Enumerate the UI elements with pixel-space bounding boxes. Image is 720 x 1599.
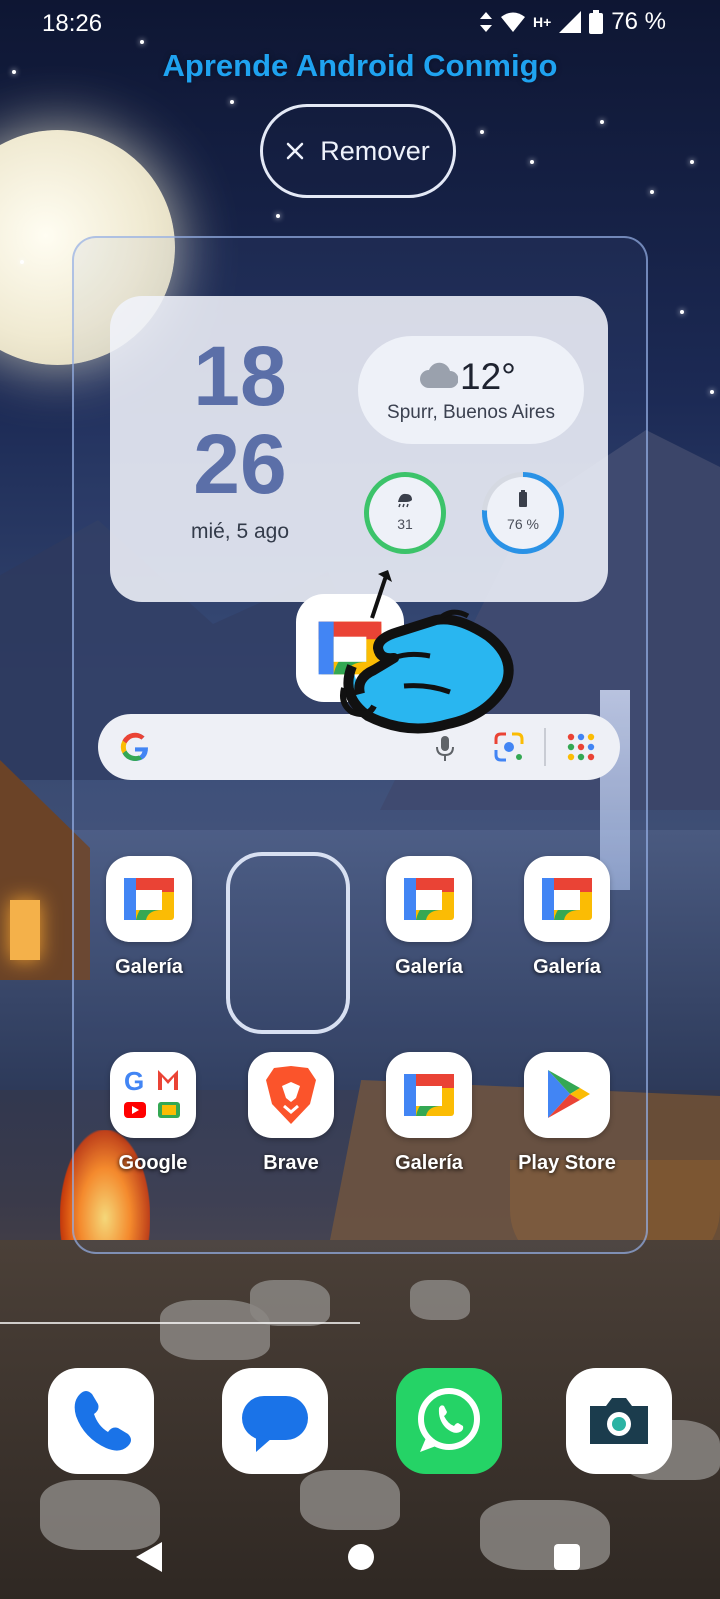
messages-icon — [242, 1396, 308, 1452]
back-button[interactable] — [136, 1542, 162, 1572]
app-label: Play Store — [518, 1152, 616, 1174]
wifi-icon — [501, 12, 525, 32]
battery-icon — [519, 490, 527, 507]
gallery-icon — [386, 1052, 472, 1138]
search-divider — [544, 728, 546, 766]
air-quality-icon — [398, 493, 412, 508]
signal-icon — [559, 11, 582, 33]
dock-camera[interactable] — [566, 1368, 672, 1474]
recents-button[interactable] — [554, 1544, 580, 1570]
clock-minute: 26 — [193, 417, 287, 511]
app-label: Galería — [395, 1152, 463, 1174]
brave-icon — [248, 1052, 334, 1138]
app-gallery-4[interactable]: Galería — [364, 1052, 494, 1175]
battery-status-icon — [589, 10, 604, 34]
svg-text:G: G — [124, 1066, 144, 1096]
clock-hour: 18 — [193, 329, 287, 423]
app-brave[interactable]: Brave — [226, 1052, 356, 1175]
ring-inner — [369, 477, 441, 549]
ring-inner — [487, 477, 559, 549]
phone-icon — [74, 1391, 131, 1451]
play-store-icon — [524, 1052, 610, 1138]
google-folder-icon: G — [110, 1052, 196, 1138]
dock-whatsapp[interactable] — [396, 1368, 502, 1474]
app-gallery-3[interactable]: Galería — [502, 856, 632, 979]
app-gallery-1[interactable]: Galería — [84, 856, 214, 979]
status-icons: H+ 76 % — [479, 8, 666, 36]
home-button[interactable] — [348, 1544, 374, 1570]
app-label: Galería — [533, 956, 601, 978]
dock-phone[interactable] — [48, 1368, 154, 1474]
data-transfer-icon — [480, 12, 492, 32]
weather-location: Spurr, Buenos Aires — [387, 402, 555, 423]
battery-value: 76 % — [507, 516, 539, 532]
remove-button-label: Remover — [320, 135, 430, 166]
dock-messages[interactable] — [222, 1368, 328, 1474]
whatsapp-icon — [418, 1388, 480, 1452]
clock-weather-widget[interactable]: 18 26 mié, 5 ago 12° Spurr, Buenos Aires… — [110, 296, 608, 602]
app-google-folder[interactable]: G Google — [88, 1052, 218, 1175]
google-g-icon — [120, 732, 148, 761]
battery-percentage: 76 % — [611, 8, 666, 35]
status-time: 18:26 — [42, 10, 103, 37]
air-quality-ring[interactable]: 31 — [364, 472, 446, 554]
drop-target-slot — [226, 852, 350, 1034]
app-gallery-2[interactable]: Galería — [364, 856, 494, 979]
video-title: Aprende Android Conmigo — [162, 48, 558, 83]
camera-icon — [590, 1398, 648, 1444]
weather-chip[interactable]: 12° Spurr, Buenos Aires — [358, 336, 584, 444]
network-type: H+ — [533, 14, 552, 30]
dock-divider — [0, 1322, 360, 1324]
gallery-icon — [386, 856, 472, 942]
hand-pointer-icon — [340, 570, 514, 734]
battery-ring[interactable]: 76 % — [482, 472, 564, 554]
app-label: Galería — [395, 956, 463, 978]
gallery-icon — [524, 856, 610, 942]
status-bar: 18:26 H+ 76 % — [0, 0, 720, 50]
remove-button[interactable]: Remover — [260, 104, 456, 198]
cloud-icon — [420, 362, 458, 388]
gallery-icon — [106, 856, 192, 942]
app-label: Galería — [115, 956, 183, 978]
app-grid-icon[interactable] — [566, 732, 596, 762]
app-label: Google — [118, 1152, 188, 1174]
app-play-store[interactable]: Play Store — [502, 1052, 632, 1175]
navigation-bar — [0, 1540, 720, 1580]
app-label: Brave — [263, 1152, 319, 1174]
weather-temperature: 12° — [460, 356, 516, 397]
close-icon — [286, 142, 304, 160]
air-quality-value: 31 — [397, 516, 413, 532]
clock-date: mié, 5 ago — [190, 520, 290, 543]
